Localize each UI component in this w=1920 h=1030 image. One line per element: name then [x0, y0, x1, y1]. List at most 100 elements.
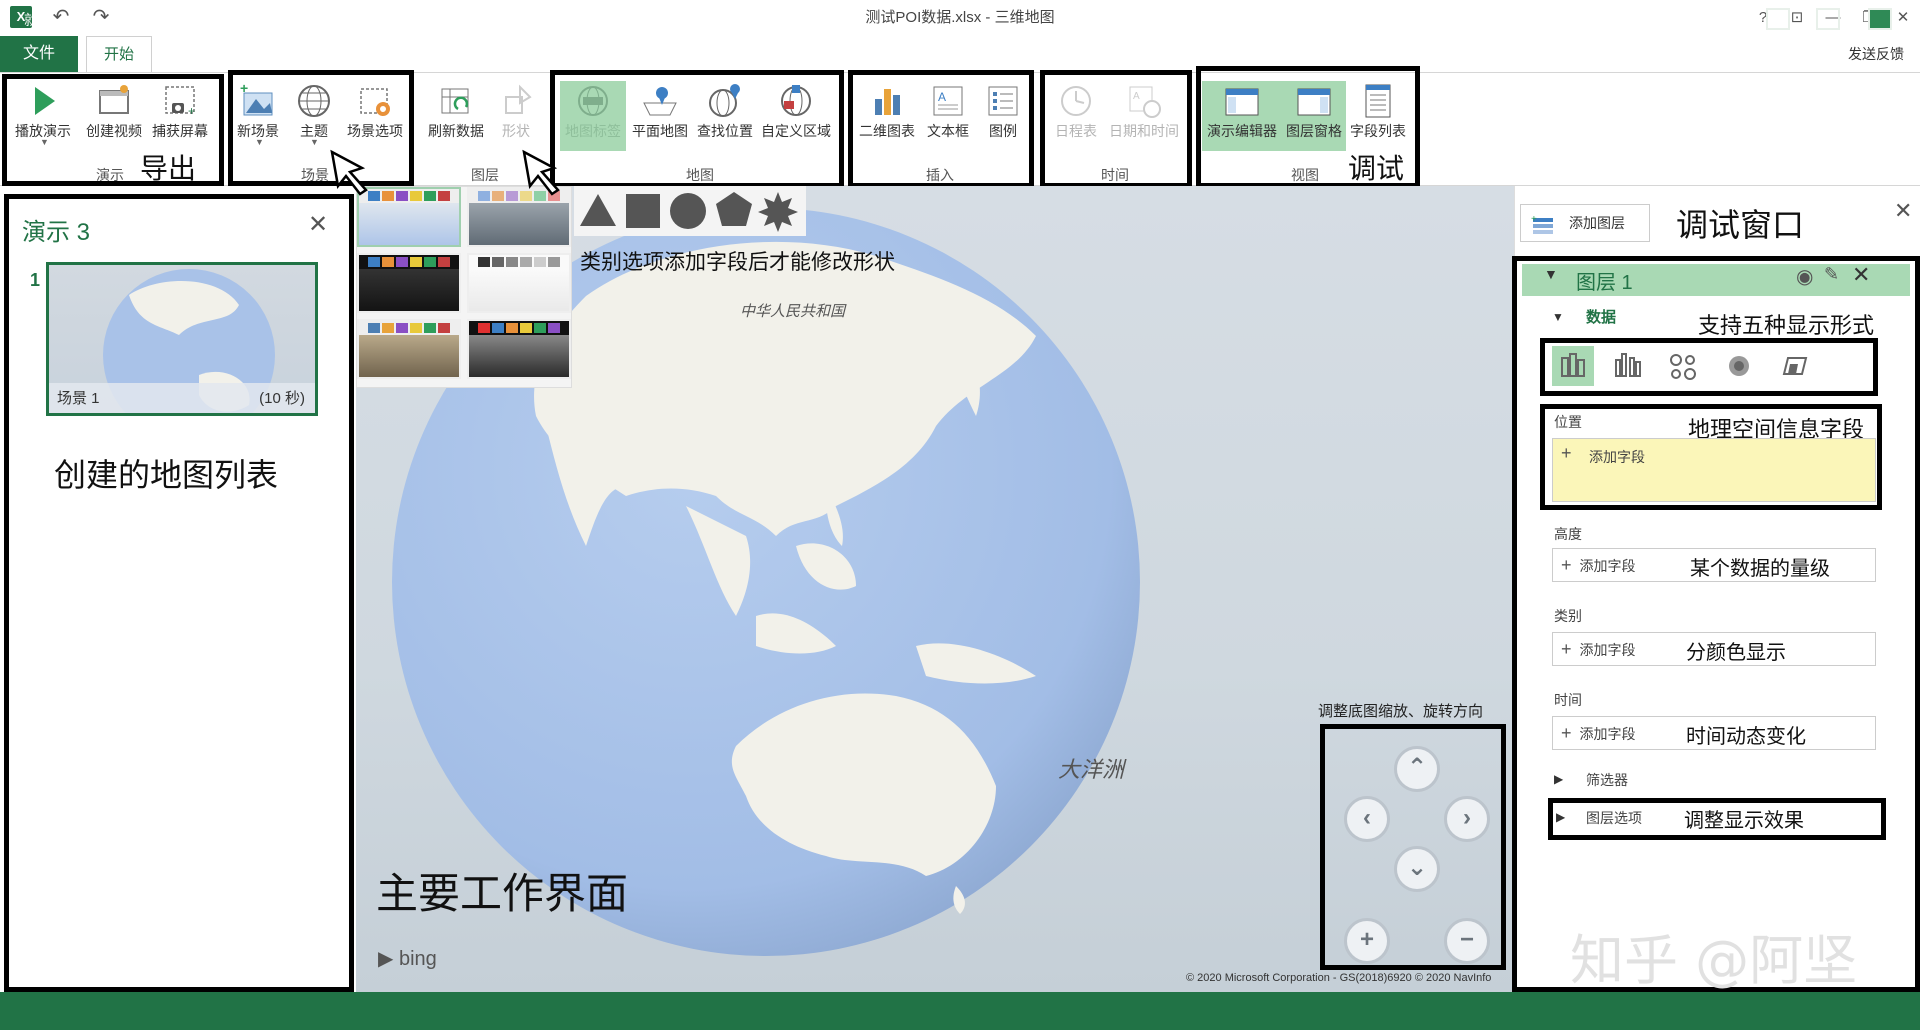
bing-text: bing	[398, 948, 437, 970]
annotation-box-insert	[848, 70, 1034, 188]
theme-tile[interactable]	[467, 253, 571, 313]
annotation-map-list: 创建的地图列表	[54, 456, 279, 494]
page-layout-icon[interactable]	[1816, 8, 1840, 30]
annotation-debug-window: 调试窗口	[1676, 206, 1805, 244]
stacked-column-icon[interactable]	[1552, 346, 1594, 386]
zoom-out-button[interactable]: −	[1444, 918, 1490, 964]
add-layer-label: 添加图层	[1569, 215, 1625, 231]
tilt-up-button[interactable]: ⌃	[1394, 746, 1440, 792]
refresh-data-label: 刷新数据	[428, 123, 484, 139]
refresh-icon	[441, 88, 469, 114]
close-icon[interactable]: ✕	[308, 210, 328, 239]
collapse-icon[interactable]: ▼	[1544, 266, 1558, 282]
shape-button[interactable]: 形状	[492, 81, 540, 151]
annotation-box-scene	[228, 70, 414, 186]
rotate-left-button[interactable]: ‹	[1344, 796, 1390, 842]
svg-text:+: +	[1531, 214, 1537, 225]
status-bar	[0, 992, 1920, 1030]
bing-icon: ▶	[378, 948, 394, 970]
zoom-in-button[interactable]: +	[1344, 918, 1390, 964]
annotation-category-note: 分颜色显示	[1686, 640, 1786, 664]
layer-options-label[interactable]: 图层选项	[1586, 808, 1642, 828]
pointer-arrow-icon	[330, 149, 368, 196]
normal-view-icon[interactable]	[1766, 8, 1790, 30]
delete-layer-icon[interactable]: ✕	[1852, 262, 1870, 288]
add-layer-button[interactable]: + 添加图层	[1520, 204, 1650, 242]
map-label-oceania: 大洋洲	[1058, 757, 1125, 782]
category-label: 类别	[1554, 608, 1582, 624]
theme-tile[interactable]	[467, 187, 571, 247]
clustered-column-icon[interactable]	[1608, 346, 1650, 386]
pencil-icon[interactable]: ✎	[1824, 264, 1839, 285]
location-add-field[interactable]: 添加字段	[1589, 447, 1645, 467]
shape-icon	[505, 84, 532, 114]
scene-name: 场景 1	[57, 390, 100, 407]
scene-thumbnail[interactable]: 场景 1 (10 秒)	[46, 262, 318, 416]
tab-home[interactable]: 开始	[86, 36, 152, 72]
chevron-down-icon[interactable]: ▼	[1552, 310, 1564, 324]
layer-name: 图层 1	[1576, 272, 1633, 294]
plus-icon: +	[1561, 443, 1572, 463]
data-section-label: 数据	[1586, 309, 1617, 326]
theme-gallery	[356, 186, 572, 388]
tilt-down-button[interactable]: ⌄	[1394, 846, 1440, 892]
feedback-link[interactable]: 发送反馈	[1848, 44, 1904, 64]
scene-duration: (10 秒)	[259, 390, 305, 407]
plus-icon: +	[1561, 639, 1572, 659]
triangle-shape-icon[interactable]	[580, 194, 616, 226]
height-add-field: 添加字段	[1579, 558, 1636, 574]
circle-shape-icon[interactable]	[670, 193, 706, 229]
window-title: 测试POI数据.xlsx - 三维地图	[865, 9, 1055, 26]
annotation-main-workspace: 主要工作界面	[376, 869, 629, 918]
scene-number: 1	[30, 270, 41, 290]
pointer-arrow-icon	[522, 149, 560, 196]
annotation-box-time	[1040, 70, 1192, 188]
eye-icon[interactable]: ◉	[1796, 264, 1813, 289]
close-icon[interactable]: ✕	[1894, 198, 1912, 224]
annotation-time-note: 时间动态变化	[1686, 724, 1806, 748]
add-layer-icon: +	[1531, 213, 1555, 249]
pentagon-shape-icon[interactable]	[716, 192, 752, 226]
region-icon[interactable]	[1774, 346, 1816, 386]
star-shape-icon[interactable]	[758, 192, 798, 232]
theme-tile[interactable]	[357, 253, 461, 313]
category-add-field: 添加字段	[1579, 642, 1636, 658]
annotation-box-map	[550, 70, 844, 188]
theme-tile[interactable]	[357, 187, 461, 247]
chevron-right-icon[interactable]: ▶	[1554, 772, 1563, 786]
location-field-box[interactable]: + 添加字段	[1552, 438, 1876, 502]
chevron-right-icon[interactable]: ▶	[1556, 810, 1565, 824]
tab-file[interactable]: 文件	[0, 36, 78, 72]
location-label: 位置	[1554, 414, 1582, 430]
watermark: 知乎 @阿坚	[1570, 929, 1858, 992]
fullscreen-icon[interactable]	[1868, 8, 1892, 30]
group-label-layer: 图层	[471, 167, 499, 183]
plus-icon: +	[1561, 723, 1572, 743]
bing-logo: ▶ bing	[378, 946, 437, 971]
map-label-china: 中华人民共和国	[740, 303, 846, 320]
bubble-icon[interactable]	[1662, 346, 1704, 386]
annotation-box-export	[2, 74, 224, 186]
annotation-height-note: 某个数据的量级	[1690, 556, 1830, 580]
annotation-shapes-note: 类别选项添加字段后才能修改形状	[580, 251, 895, 274]
theme-tile[interactable]	[467, 319, 571, 379]
time-label: 时间	[1554, 692, 1582, 708]
status-text: 就绪	[24, 12, 52, 28]
square-shape-icon[interactable]	[626, 194, 660, 228]
filters-label[interactable]: 筛选器	[1586, 770, 1628, 790]
plus-icon: +	[1561, 555, 1572, 575]
annotation-layer-options-note: 调整显示效果	[1684, 808, 1804, 832]
tour-title: 演示 3	[22, 219, 91, 246]
height-label: 高度	[1554, 526, 1582, 542]
refresh-data-button[interactable]: 刷新数据	[422, 81, 490, 151]
shape-label: 形状	[502, 123, 530, 139]
close-icon[interactable]: ✕	[1888, 6, 1918, 30]
rotate-right-button[interactable]: ›	[1444, 796, 1490, 842]
map-copyright: © 2020 Microsoft Corporation - GS(2018)6…	[1186, 972, 1492, 984]
annotation-nav-note: 调整底图缩放、旋转方向	[1318, 703, 1484, 720]
theme-tile[interactable]	[357, 319, 461, 379]
heatmap-icon[interactable]	[1718, 346, 1760, 386]
shape-picker	[574, 186, 806, 236]
annotation-viz-note: 支持五种显示形式	[1698, 314, 1875, 339]
annotation-box-view	[1196, 66, 1420, 188]
